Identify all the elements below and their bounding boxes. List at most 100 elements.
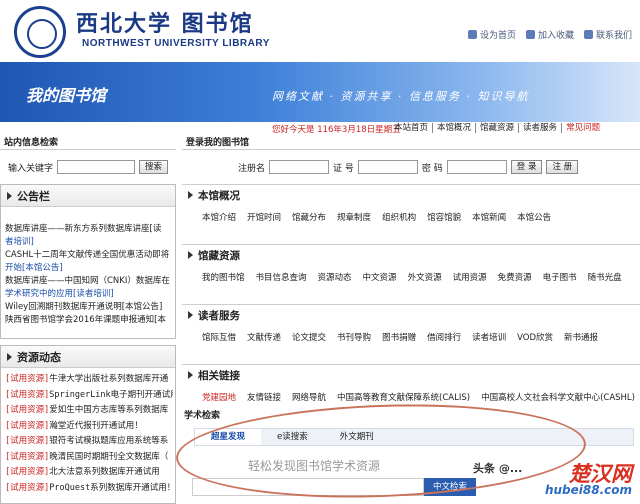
banner-slogan: 网络文献 · 资源共享 · 信息服务 · 知识导航 <box>272 90 530 103</box>
collection-link[interactable]: 电子图书 <box>543 271 577 291</box>
notice-list: 数据库讲座——新东方系列数据库讲座[读 者培训] CASHL十二周年文献传递全国… <box>1 207 175 333</box>
id-input[interactable] <box>357 160 418 174</box>
set-homepage-link[interactable]: 设为首页 <box>467 28 516 41</box>
collection-link[interactable]: 随书光盘 <box>588 271 622 291</box>
triangle-icon <box>188 311 193 319</box>
service-link[interactable]: 新书通报 <box>564 331 598 351</box>
collection-link[interactable]: 中文资源 <box>363 271 397 291</box>
notice-item[interactable]: 开始[本馆公告] <box>5 262 173 275</box>
resource-item[interactable]: [试用资源]晚清民国时期期刊全文数据库（ <box>5 450 173 466</box>
notice-item[interactable]: 数据库讲座——中国知网（CNKI）数据库在 <box>5 275 173 288</box>
notice-title: 公告栏 <box>17 189 50 203</box>
overview-link[interactable]: 开馆时间 <box>247 211 281 231</box>
resource-item[interactable]: [试用资源]ProQuest系列数据库开通试用！ <box>5 481 173 497</box>
service-link[interactable]: 文献传递 <box>247 331 281 351</box>
collection-link[interactable]: 外文资源 <box>408 271 442 291</box>
resources-panel: 资源动态 [试用资源]牛津大学出版社系列数据库开通 [试用资源]Springer… <box>0 345 176 504</box>
notice-item[interactable]: 学术研究中的应用[读者培训] <box>5 288 173 301</box>
service-link[interactable]: 馆际互借 <box>202 331 236 351</box>
triangle-icon <box>7 191 12 200</box>
login-row: 注册名 证 号 密 码 登 录 注 册 <box>182 150 640 178</box>
add-favorite-link[interactable]: 加入收藏 <box>525 28 574 41</box>
resources-title: 资源动态 <box>17 350 61 364</box>
login-title: 登录我的图书馆 <box>182 136 640 150</box>
collection-link[interactable]: 书目信息查询 <box>256 271 307 291</box>
notice-item[interactable]: Wiley回溯期刊数据库开通说明[本馆公告] <box>5 301 173 314</box>
nav-home[interactable]: 本站首页 <box>390 123 432 133</box>
triangle-icon <box>188 191 193 199</box>
service-link[interactable]: 图书捐赠 <box>382 331 416 351</box>
site-search-title: 站内信息检索 <box>0 136 176 150</box>
service-link[interactable]: 借阅排行 <box>427 331 461 351</box>
section-collection: 馆藏资源 我的图书馆 书目信息查询 资源动态 中文资源 外文资源 试用资源 免费… <box>182 244 640 298</box>
banner-title: 我的图书馆 <box>26 86 107 105</box>
resource-item[interactable]: [试用资源]银符考试模拟题库应用系统等系 <box>5 434 173 450</box>
resources-header: 资源动态 <box>1 346 175 368</box>
password-label: 密 码 <box>421 163 443 174</box>
site-header: 西北大学 图书馆 NORTHWEST UNIVERSITY LIBRARY 设为… <box>0 0 640 62</box>
notice-header: 公告栏 <box>1 185 175 207</box>
right-column: 登录我的图书馆 注册名 证 号 密 码 登 录 注 册 本馆概况 本馆介绍 开馆… <box>182 136 640 418</box>
password-input[interactable] <box>446 160 507 174</box>
service-link[interactable]: 论文提交 <box>292 331 326 351</box>
login-button[interactable]: 登 录 <box>510 160 543 174</box>
search-button[interactable]: 搜索 <box>139 160 169 174</box>
section-title: 本馆概况 <box>198 189 240 202</box>
triangle-icon <box>7 352 12 361</box>
notice-item[interactable]: 陕西省图书馆学会2016年课题申报通知[本 <box>5 314 173 327</box>
notice-item[interactable]: 数据库讲座——新东方系列数据库讲座[读 <box>5 223 173 236</box>
keyword-input[interactable] <box>57 160 136 174</box>
watermark: 头条 @... 楚汉网 hubei88.com <box>463 458 638 501</box>
notice-item[interactable]: 者培训] <box>5 236 173 249</box>
overview-link[interactable]: 馆容馆貌 <box>427 211 461 231</box>
overview-link[interactable]: 组织机构 <box>382 211 416 231</box>
triangle-icon <box>188 371 193 379</box>
service-link[interactable]: VOD欣赏 <box>517 331 553 351</box>
home-icon <box>467 30 477 39</box>
overview-link[interactable]: 本馆公告 <box>517 211 551 231</box>
resources-list: [试用资源]牛津大学出版社系列数据库开通 [试用资源]SpringerLink电… <box>1 368 175 496</box>
notice-panel: 公告栏 数据库讲座——新东方系列数据库讲座[读 者培训] CASHL十二周年文献… <box>0 184 176 339</box>
section-title: 馆藏资源 <box>198 249 240 262</box>
section-services: 读者服务 馆际互借 文献传递 论文提交 书刊导购 图书捐赠 借阅排行 读者培训 … <box>182 304 640 358</box>
overview-link[interactable]: 本馆介绍 <box>202 211 236 231</box>
username-label: 注册名 <box>238 163 266 174</box>
overview-link[interactable]: 馆藏分布 <box>292 211 326 231</box>
contact-us-link[interactable]: 联系我们 <box>583 28 632 41</box>
resource-item[interactable]: [试用资源]SpringerLink电子期刊开通试用 <box>5 388 173 404</box>
service-link[interactable]: 读者培训 <box>472 331 506 351</box>
collection-link[interactable]: 试用资源 <box>453 271 487 291</box>
nav-services[interactable]: 读者服务 <box>518 123 561 133</box>
service-link[interactable]: 书刊导购 <box>337 331 371 351</box>
overview-link[interactable]: 规章制度 <box>337 211 371 231</box>
site-search-row: 输入关键字 搜索 <box>0 150 176 178</box>
resource-item[interactable]: [试用资源]爱如生中国方志库等系列数据库 <box>5 403 173 419</box>
nav-resources[interactable]: 馆藏资源 <box>475 123 518 133</box>
top-nav: 您好今天是 116年3月18日星期五 本站首页 本馆概况 馆藏资源 读者服务 常… <box>0 122 640 136</box>
collection-link[interactable]: 免费资源 <box>498 271 532 291</box>
nav-overview[interactable]: 本馆概况 <box>432 123 475 133</box>
watermark-text: 头条 @... <box>473 462 523 475</box>
triangle-icon <box>188 251 193 259</box>
notice-item[interactable]: CASHL十二周年文献传递全国优惠活动即将 <box>5 249 173 262</box>
nav-faq[interactable]: 常见问题 <box>561 123 604 133</box>
resource-item[interactable]: [试用资源]北大法意系列数据库开通试用 <box>5 465 173 481</box>
section-overview: 本馆概况 本馆介绍 开馆时间 馆藏分布 规章制度 组织机构 馆容馆貌 本馆新闻 … <box>182 184 640 238</box>
section-title: 读者服务 <box>198 309 240 322</box>
university-seal-icon[interactable] <box>14 6 66 58</box>
collection-link[interactable]: 我的图书馆 <box>202 271 245 291</box>
resource-item[interactable]: [试用资源]牛津大学出版社系列数据库开通 <box>5 372 173 388</box>
collection-link[interactable]: 资源动态 <box>318 271 352 291</box>
keyword-label: 输入关键字 <box>8 163 54 174</box>
logo-english: NORTHWEST UNIVERSITY LIBRARY <box>82 38 270 49</box>
username-input[interactable] <box>269 160 330 174</box>
date-text: 您好今天是 116年3月18日星期五 <box>272 125 401 135</box>
left-column: 站内信息检索 输入关键字 搜索 公告栏 数据库讲座——新东方系列数据库讲座[读 … <box>0 136 176 504</box>
register-button[interactable]: 注 册 <box>546 160 579 174</box>
star-icon <box>525 30 535 39</box>
banner: 我的图书馆 网络文献 · 资源共享 · 信息服务 · 知识导航 <box>0 62 640 122</box>
overview-link[interactable]: 本馆新闻 <box>472 211 506 231</box>
mail-icon <box>583 30 593 39</box>
resource-item[interactable]: [试用资源]瀚堂近代报刊开通试用！ <box>5 419 173 435</box>
logo-chinese[interactable]: 西北大学 图书馆 <box>76 6 254 38</box>
